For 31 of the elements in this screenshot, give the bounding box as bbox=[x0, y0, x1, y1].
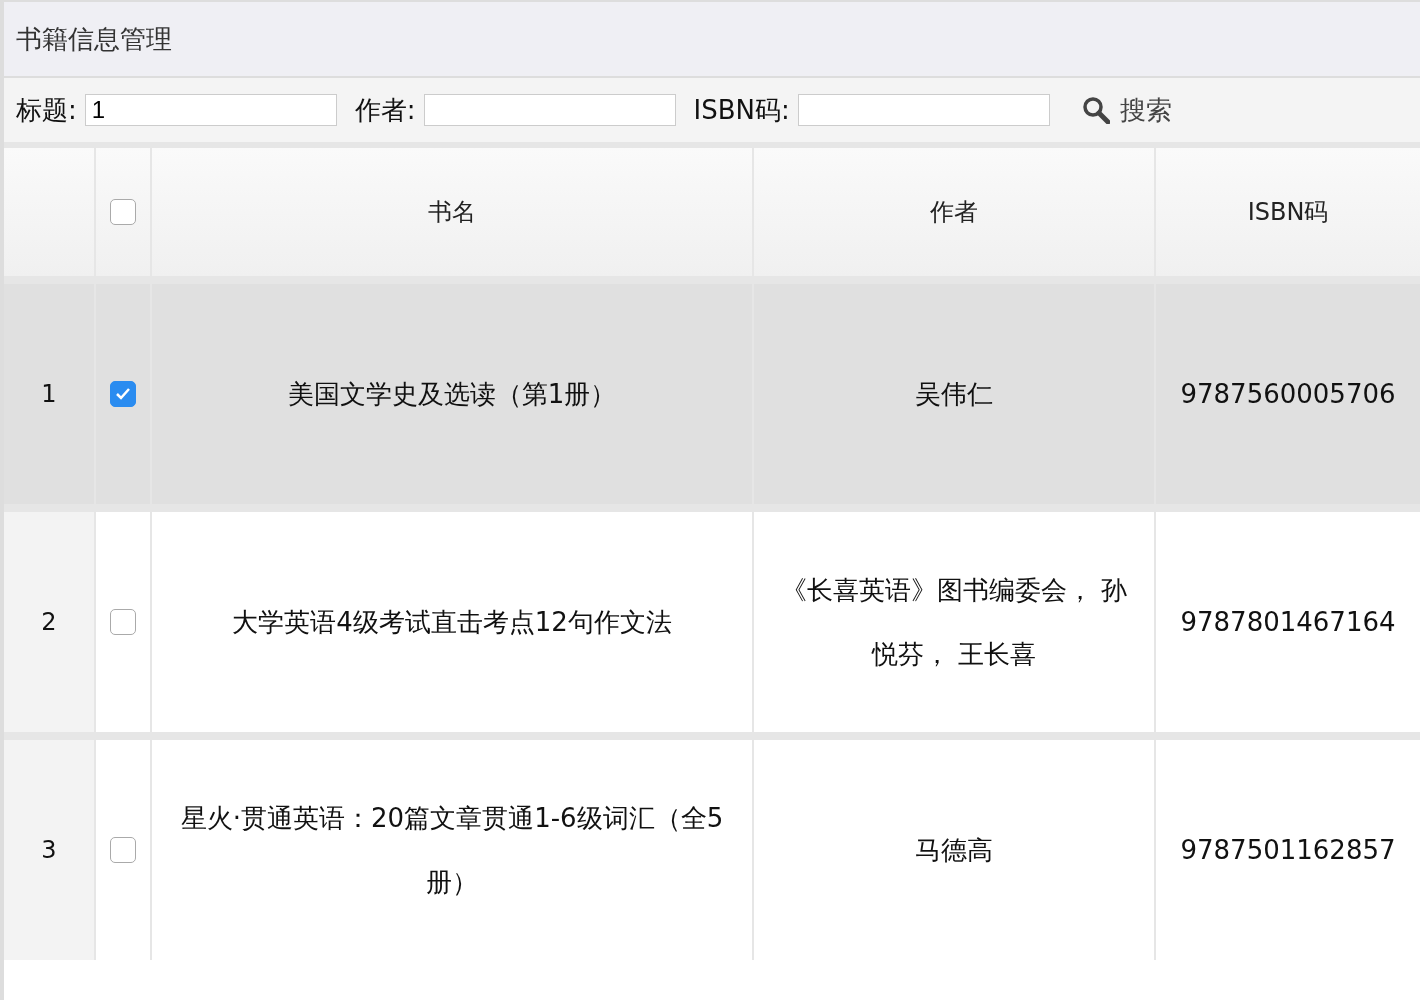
table-cell: 9787501162857 bbox=[1156, 740, 1420, 960]
row-number: 1 bbox=[4, 284, 94, 504]
field-label: 作者: bbox=[354, 93, 416, 127]
input-field[interactable]: 1 bbox=[84, 94, 337, 126]
table-cell: 吴伟仁 bbox=[754, 284, 1154, 504]
table-cell: 大学英语4级考试直击考点12句作文法 bbox=[152, 512, 752, 732]
row-number: 3 bbox=[4, 740, 94, 960]
row-checkbox[interactable] bbox=[110, 609, 136, 635]
table-cell: 《长喜英语》图书编委会， 孙悦芬， 王长喜 bbox=[754, 512, 1154, 732]
search-icon bbox=[1081, 96, 1110, 124]
column-header[interactable]: 作者 bbox=[754, 148, 1154, 276]
row-checkbox[interactable] bbox=[110, 837, 136, 863]
field-label: 标题: bbox=[16, 93, 77, 127]
input-field[interactable] bbox=[423, 94, 676, 126]
table-row[interactable]: 2 大学英语4级考试直击考点12句作文法 《长喜英语》图书编委会， 孙悦芬， 王长喜 9787801467164 bbox=[4, 512, 1420, 732]
table-cell: 9787560005706 bbox=[1156, 284, 1420, 504]
column-header[interactable]: ISBN码 bbox=[1156, 148, 1420, 276]
table-cell: 美国文学史及选读（第1册） bbox=[152, 284, 752, 504]
table-cell: 马德高 bbox=[754, 740, 1154, 960]
table-cell: 9787801467164 bbox=[1156, 512, 1420, 732]
column-header[interactable]: 书名 bbox=[152, 148, 752, 276]
panel-title: 书籍信息管理 bbox=[16, 22, 172, 56]
table-row[interactable]: 1 美国文学史及选读（第1册） 吴伟仁 9787560005706 bbox=[4, 284, 1420, 504]
search-button[interactable]: 搜索 bbox=[1075, 91, 1178, 129]
field-label: ISBN码: bbox=[693, 93, 790, 127]
table-cell: 星火·贯通英语：20篇文章贯通1-6级词汇（全5册） bbox=[152, 740, 752, 960]
table-row[interactable]: 3 星火·贯通英语：20篇文章贯通1-6级词汇（全5册） 马德高 9787501162857 bbox=[4, 740, 1420, 960]
input-field[interactable] bbox=[797, 94, 1050, 126]
row-checkbox[interactable] bbox=[110, 381, 136, 407]
row-number: 2 bbox=[4, 512, 94, 732]
select-all-checkbox[interactable] bbox=[110, 199, 136, 225]
